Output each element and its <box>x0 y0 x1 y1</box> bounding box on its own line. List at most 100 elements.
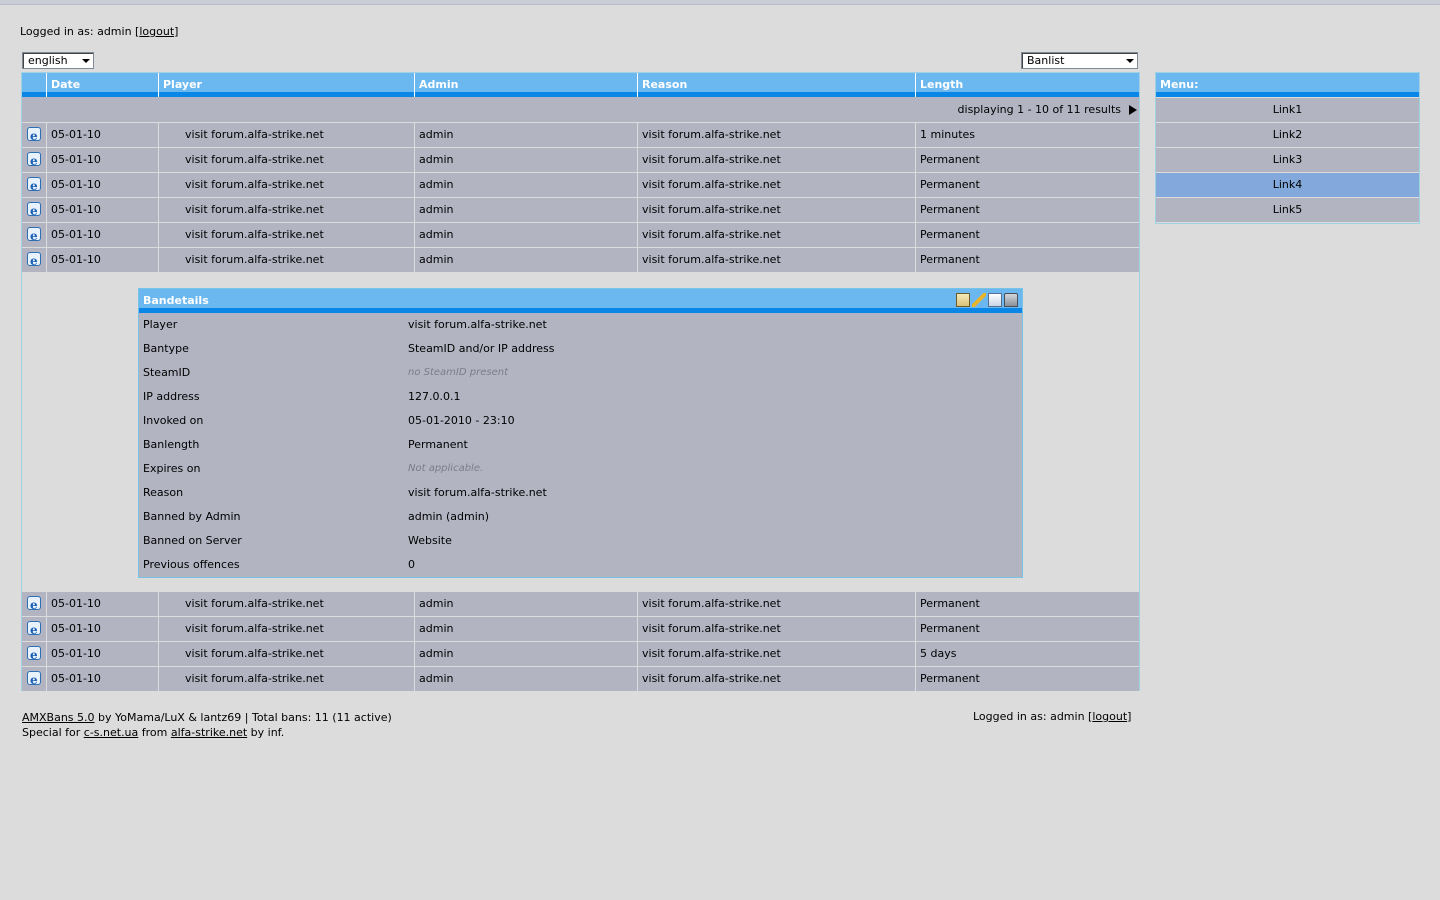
detail-label: Banned on Server <box>143 534 242 547</box>
detail-row: SteamID no SteamID present <box>139 361 1022 385</box>
footer-by-label: by inf. <box>247 726 285 739</box>
col-date[interactable]: Date <box>47 73 159 97</box>
amxbans-link[interactable]: AMXBans 5.0 <box>22 711 95 724</box>
details-link-icon[interactable] <box>27 618 41 642</box>
detail-label: SteamID <box>143 366 191 379</box>
detail-value: no SteamID present <box>408 367 508 378</box>
pager: displaying 1 - 10 of 11 results <box>22 97 1139 122</box>
menu-item-link2[interactable]: Link2 <box>1156 122 1419 147</box>
cell-length: Permanent <box>920 228 980 241</box>
footer-login-status: Logged in as: admin [logout] <box>973 710 1131 723</box>
table-row[interactable]: 05-01-10visit forum.alfa-strike.netadmin… <box>22 641 1139 667</box>
detail-value: Permanent <box>408 438 468 451</box>
login-status: Logged in as: admin [logout] <box>20 25 178 38</box>
col-admin[interactable]: Admin <box>415 73 638 97</box>
table-row[interactable]: 05-01-10visit forum.alfa-strike.netadmin… <box>22 616 1139 642</box>
view-select[interactable]: Banlist <box>1021 52 1138 69</box>
table-row[interactable]: 05-01-10visit forum.alfa-strike.netadmin… <box>22 122 1139 148</box>
details-link-icon[interactable] <box>27 199 41 223</box>
table-row[interactable]: 05-01-10visit forum.alfa-strike.netadmin… <box>22 222 1139 248</box>
login-label: Logged in as: admin [ <box>20 25 140 38</box>
table-row[interactable]: 05-01-10visit forum.alfa-strike.netadmin… <box>22 666 1139 692</box>
bandetails-title: Bandetails <box>143 294 209 307</box>
details-link-icon[interactable] <box>27 224 41 248</box>
footer-special-label: Special for <box>22 726 84 739</box>
col-reason[interactable]: Reason <box>638 73 916 97</box>
menu-item-link4[interactable]: Link4 <box>1156 172 1419 197</box>
cell-admin: admin <box>415 667 638 691</box>
detail-label: Expires on <box>143 462 201 475</box>
detail-value: admin (admin) <box>408 510 490 523</box>
bandetails-tools <box>954 293 1018 307</box>
table-row[interactable]: 05-01-10visit forum.alfa-strike.netadmin… <box>22 197 1139 223</box>
language-select-value: english <box>28 54 68 67</box>
cell-length: Permanent <box>920 597 980 610</box>
cell-reason: visit forum.alfa-strike.net <box>638 248 916 272</box>
table-row[interactable]: 05-01-10visit forum.alfa-strike.netadmin… <box>22 172 1139 198</box>
row-icon-cell <box>22 198 47 223</box>
detail-row: Previous offences 0 <box>139 553 1022 577</box>
cell-length: Permanent <box>920 622 980 635</box>
cell-reason: visit forum.alfa-strike.net <box>638 667 916 691</box>
table-header: Date Player Admin Reason Length <box>22 73 1139 97</box>
top-border <box>0 0 1440 5</box>
menu-item-link1[interactable]: Link1 <box>1156 97 1419 122</box>
detail-value: visit forum.alfa-strike.net <box>408 318 547 331</box>
row-icon-cell <box>22 148 47 173</box>
detail-value: Website <box>408 534 452 547</box>
cell-date: 05-01-10 <box>47 642 159 666</box>
table-row[interactable]: 05-01-10visit forum.alfa-strike.netadmin… <box>22 591 1139 617</box>
details-link-icon[interactable] <box>27 149 41 173</box>
details-link-icon[interactable] <box>27 249 41 273</box>
cell-length: Permanent <box>920 672 980 685</box>
footer-line-1: AMXBans 5.0 by YoMama/LuX & lantz69 | To… <box>22 710 392 725</box>
menu-item-link3[interactable]: Link3 <box>1156 147 1419 172</box>
cell-date: 05-01-10 <box>47 173 159 197</box>
cs-net-link[interactable]: c-s.net.ua <box>84 726 139 739</box>
cell-length: 1 minutes <box>920 128 976 141</box>
logout-link[interactable]: logout <box>139 25 174 38</box>
row-icon-cell <box>22 642 47 667</box>
table-row[interactable]: 05-01-10visit forum.alfa-strike.netadmin… <box>22 147 1139 173</box>
detail-row: Invoked on 05-01-2010 - 23:10 <box>139 409 1022 433</box>
detail-label: Invoked on <box>143 414 204 427</box>
detail-row: Player visit forum.alfa-strike.net <box>139 313 1022 337</box>
cell-length: Permanent <box>920 253 980 266</box>
chevron-down-icon <box>1126 59 1134 63</box>
language-select[interactable]: english <box>22 52 94 69</box>
detail-value: 05-01-2010 - 23:10 <box>408 414 515 427</box>
details-link-icon[interactable] <box>27 643 41 667</box>
next-page-icon[interactable] <box>1129 105 1137 115</box>
detail-row: Banned by Admin admin (admin) <box>139 505 1022 529</box>
footer-logout-link[interactable]: logout <box>1092 710 1127 723</box>
copy-icon[interactable] <box>988 293 1002 307</box>
cell-player: visit forum.alfa-strike.net <box>159 198 415 222</box>
menu-header: Menu: <box>1156 73 1419 97</box>
cell-player: visit forum.alfa-strike.net <box>159 617 415 641</box>
details-icon[interactable] <box>956 293 970 307</box>
edit-icon[interactable] <box>972 293 986 307</box>
footer-from-label: from <box>138 726 171 739</box>
detail-label: Previous offences <box>143 558 240 571</box>
col-player[interactable]: Player <box>159 73 415 97</box>
cell-admin: admin <box>415 223 638 247</box>
details-link-icon[interactable] <box>27 668 41 692</box>
detail-value: visit forum.alfa-strike.net <box>408 486 547 499</box>
footer-login-label: Logged in as: admin [ <box>973 710 1093 723</box>
menu-item-link5[interactable]: Link5 <box>1156 197 1419 222</box>
bandetails-panel: Bandetails Player visit forum.alfa-strike… <box>138 288 1023 578</box>
table-row[interactable]: 05-01-10visit forum.alfa-strike.netadmin… <box>22 247 1139 273</box>
cell-player: visit forum.alfa-strike.net <box>159 667 415 691</box>
cell-admin: admin <box>415 642 638 666</box>
cell-admin: admin <box>415 198 638 222</box>
delete-icon[interactable] <box>1004 293 1018 307</box>
cell-admin: admin <box>415 248 638 272</box>
col-length[interactable]: Length <box>916 73 1139 97</box>
details-link-icon[interactable] <box>27 124 41 148</box>
alfa-strike-link[interactable]: alfa-strike.net <box>171 726 247 739</box>
details-link-icon[interactable] <box>27 174 41 198</box>
details-link-icon[interactable] <box>27 593 41 617</box>
cell-date: 05-01-10 <box>47 592 159 616</box>
cell-date: 05-01-10 <box>47 198 159 222</box>
cell-date: 05-01-10 <box>47 148 159 172</box>
